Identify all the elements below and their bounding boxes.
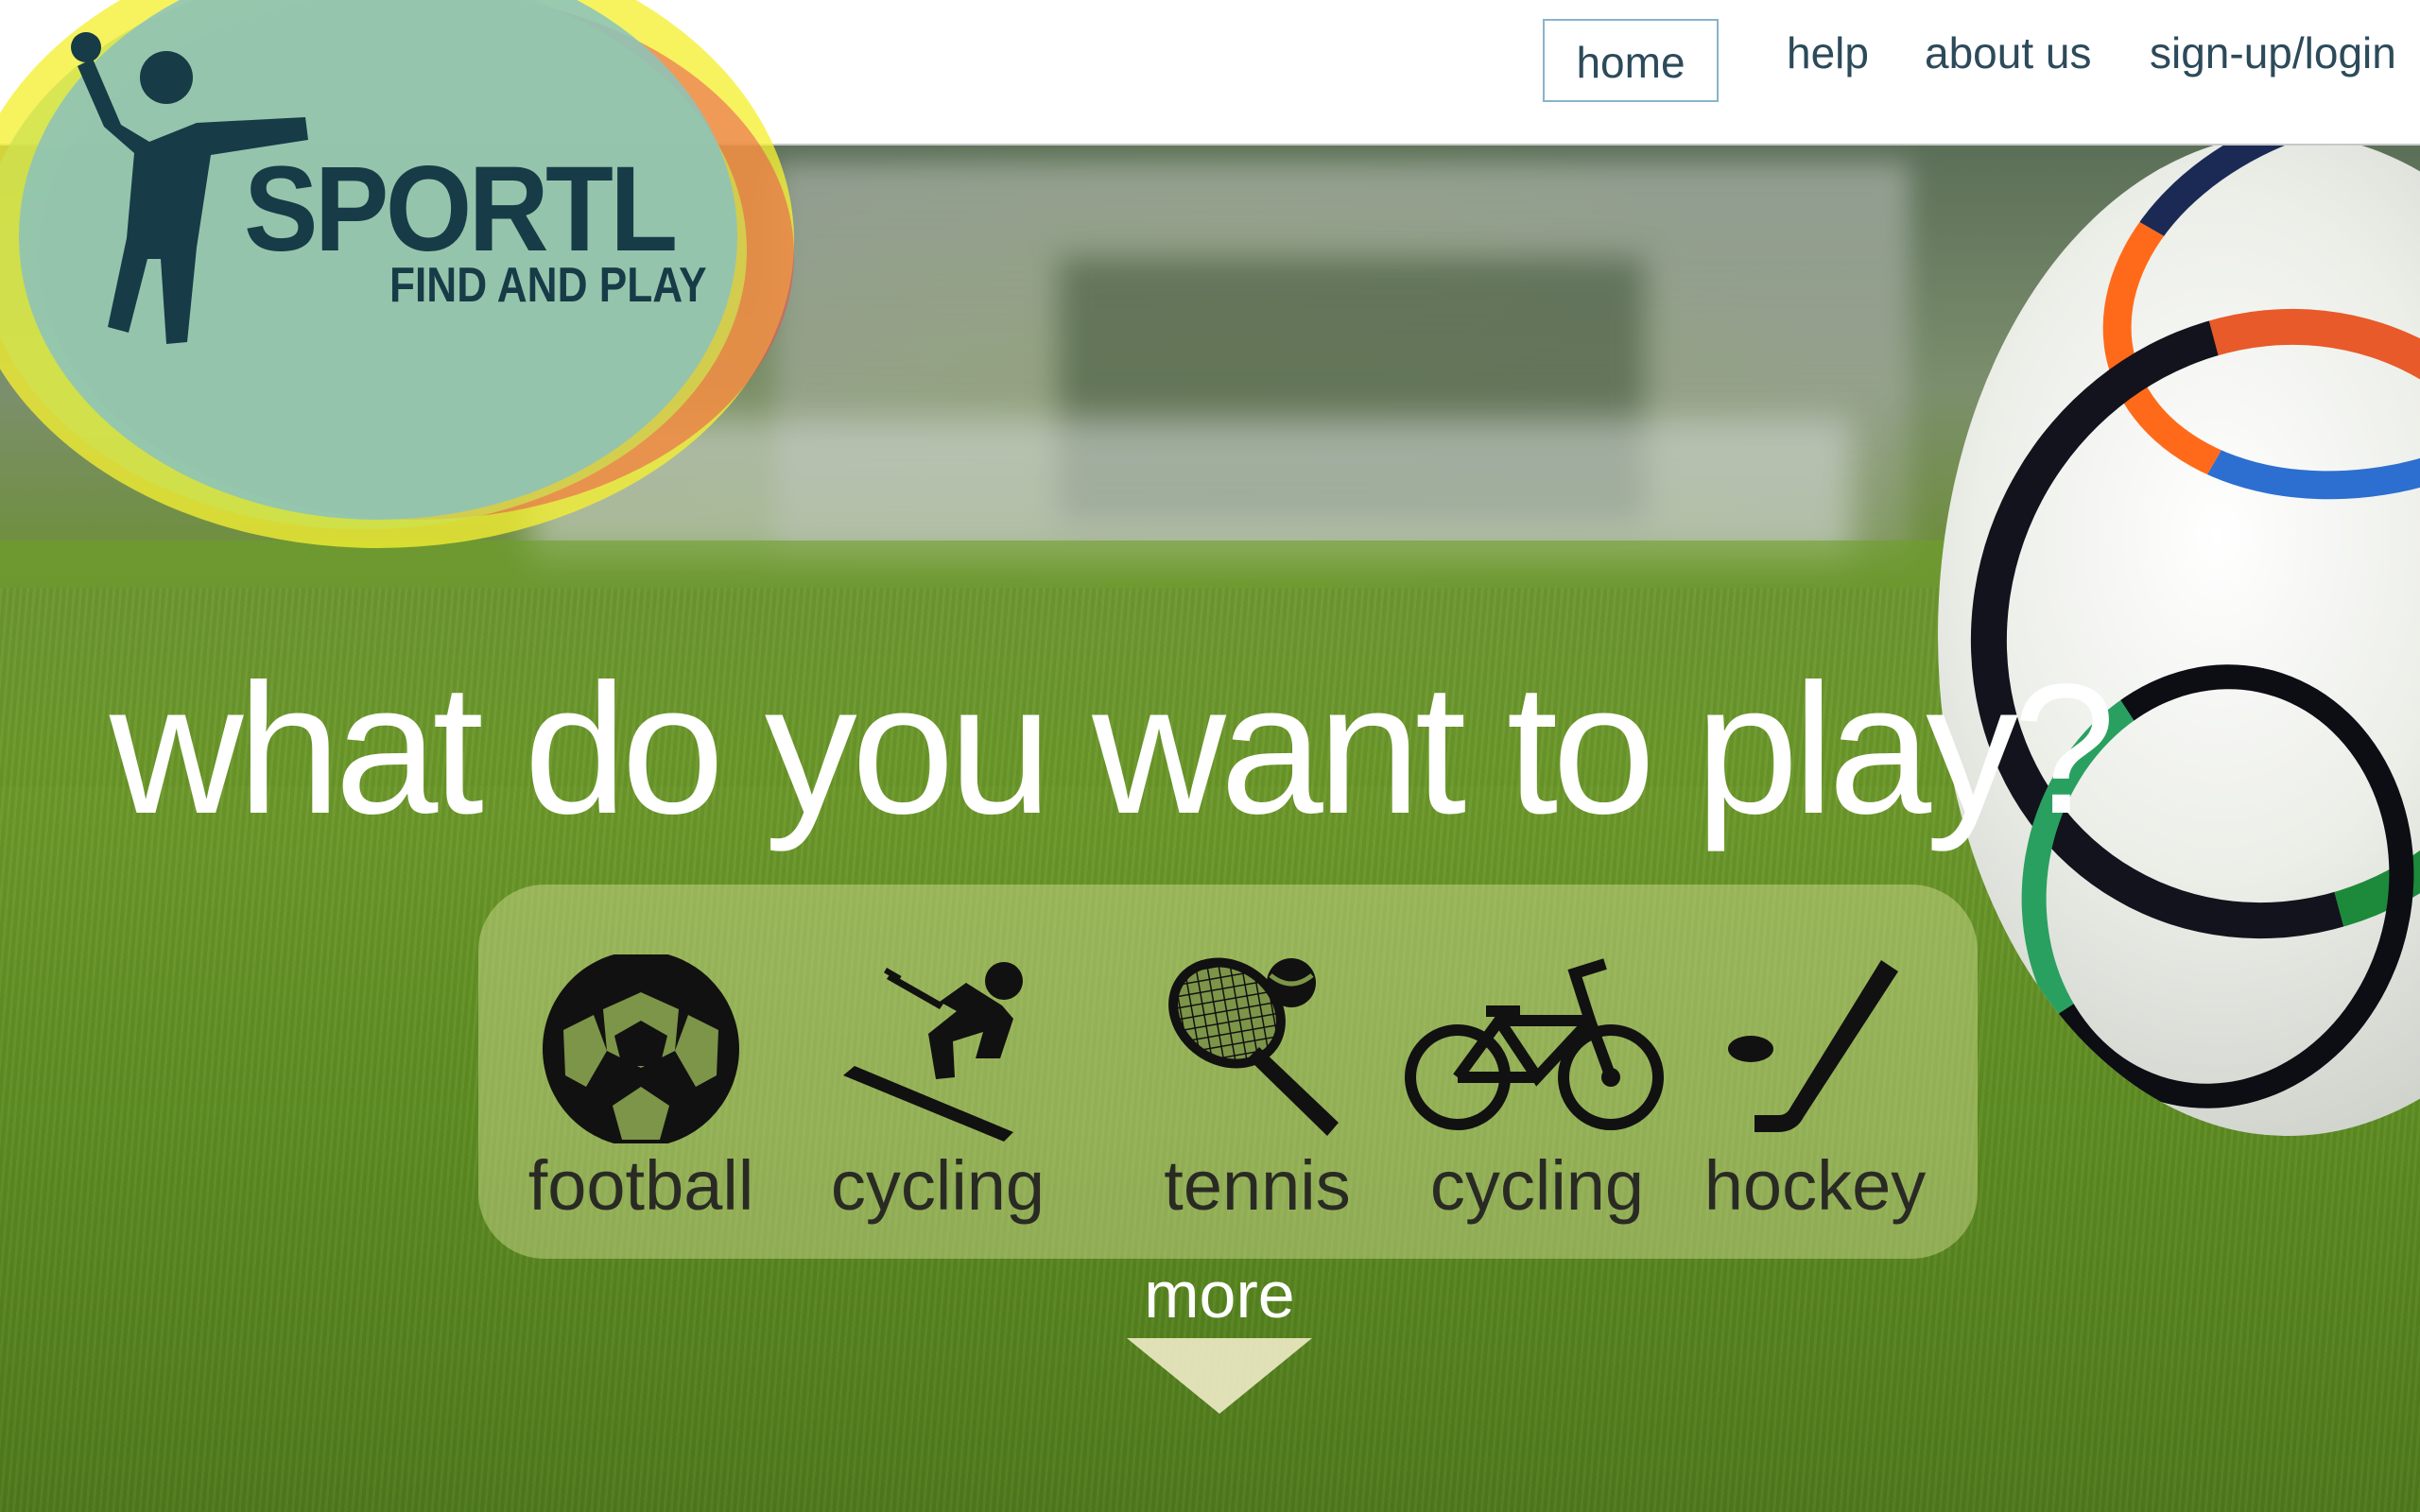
skiing-icon: [843, 962, 1023, 1142]
hockey-icon: [1728, 960, 1898, 1132]
more-label: more: [1144, 1258, 1295, 1332]
bicycle-icon: [1405, 958, 1664, 1130]
sport-label: cycling: [1429, 1146, 1645, 1225]
sport-cycling[interactable]: cycling: [1395, 954, 1679, 1226]
sport-hockey[interactable]: hockey: [1673, 954, 1957, 1226]
nav-signup-login-link[interactable]: sign-up/login: [2150, 25, 2396, 81]
sport-tennis[interactable]: tennis: [1115, 954, 1399, 1226]
tennis-icon: [1168, 957, 1339, 1136]
sport-label: hockey: [1703, 1146, 1927, 1225]
more-button[interactable]: more: [1078, 1257, 1361, 1414]
nav-help-link[interactable]: help: [1787, 25, 1869, 81]
sport-football[interactable]: football: [499, 954, 783, 1226]
sport-label: tennis: [1164, 1146, 1351, 1225]
down-arrow-icon: [1127, 1338, 1312, 1414]
football-icon: [543, 954, 739, 1143]
sport-cycling-skiing[interactable]: cycling: [796, 954, 1080, 1226]
sport-label: football: [527, 1146, 754, 1225]
nav-about-link[interactable]: about us: [1925, 25, 2091, 81]
brand-tagline: FIND AND PLAY: [389, 258, 707, 313]
nav-home-link[interactable]: home: [1543, 19, 1719, 102]
hero-headline: what do you want to play?: [109, 645, 2116, 852]
sport-label: cycling: [830, 1146, 1046, 1225]
